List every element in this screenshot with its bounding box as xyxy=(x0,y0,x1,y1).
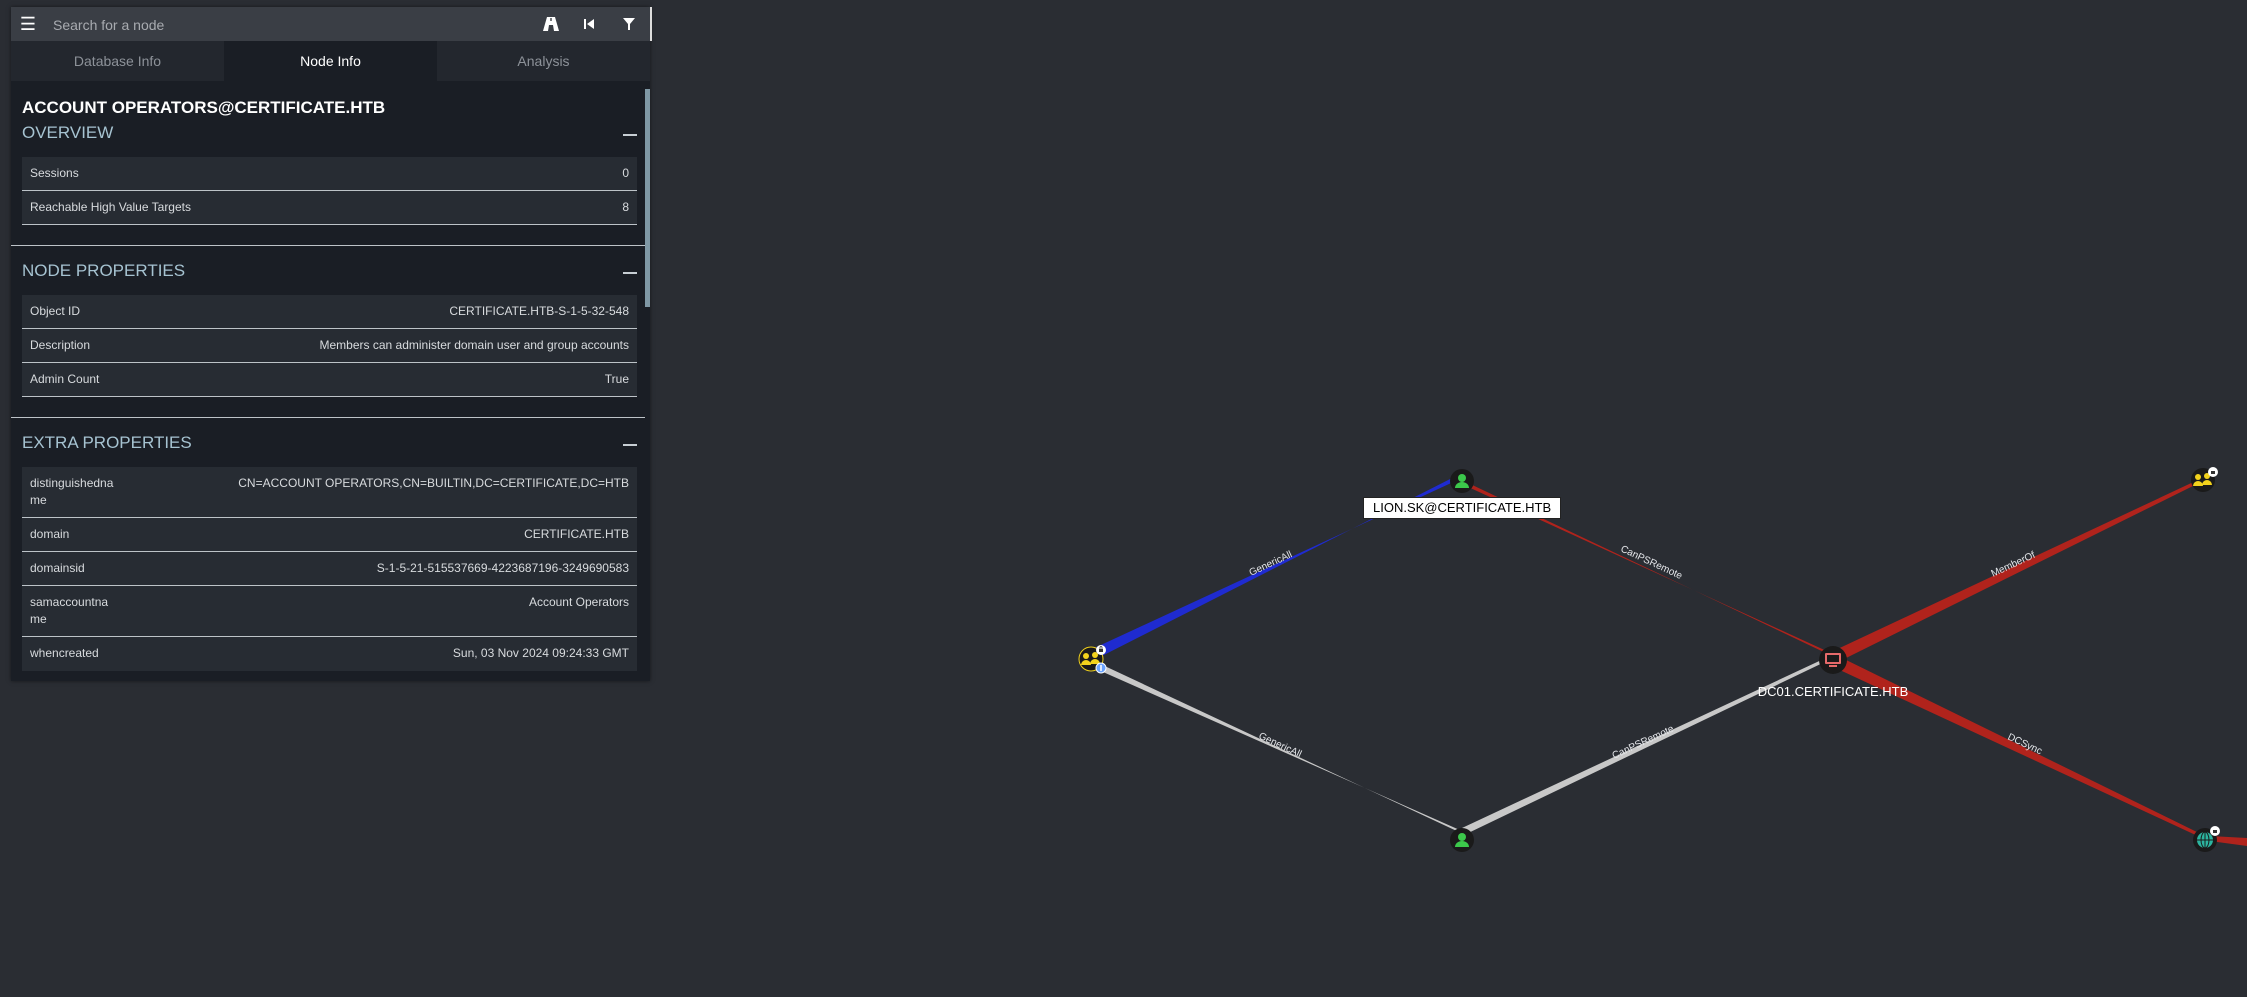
node-account-operators[interactable] xyxy=(1078,645,1107,674)
table-row[interactable]: domainsid S-1-5-21-515537669-4223687196-… xyxy=(22,552,637,586)
row-key: distinguishedname xyxy=(30,476,114,507)
tab-analysis[interactable]: Analysis xyxy=(437,41,650,81)
row-value: 0 xyxy=(622,166,629,180)
collapse-node-properties-button[interactable] xyxy=(623,272,637,274)
node-properties-section-header: NODE PROPERTIES xyxy=(22,261,637,285)
node-user-bottom[interactable] xyxy=(1450,828,1474,852)
table-row[interactable]: Reachable High Value Targets 8 xyxy=(22,191,637,225)
pathfinding-button[interactable] xyxy=(540,13,562,35)
row-key: Object ID xyxy=(30,304,81,318)
row-key: Description xyxy=(30,338,91,352)
node-properties-table: Object ID CERTIFICATE.HTB-S-1-5-32-548 D… xyxy=(22,295,637,397)
hamburger-icon: ☰ xyxy=(19,14,37,34)
road-icon xyxy=(543,17,559,31)
high-value-badge-icon xyxy=(1095,662,1107,674)
filter-icon xyxy=(623,18,635,30)
node-label-lion-sk: LION.SK@CERTIFICATE.HTB xyxy=(1363,497,1562,519)
extra-properties-table: distinguishedname CN=ACCOUNT OPERATORS,C… xyxy=(22,467,637,671)
search-bar: ☰ xyxy=(11,7,652,41)
collapse-extra-properties-button[interactable] xyxy=(623,444,637,446)
node-group-topright[interactable] xyxy=(2191,467,2218,492)
graph-edges xyxy=(1090,474,2247,846)
edge-label-group-user: GenericAll xyxy=(1257,731,1303,760)
search-input[interactable] xyxy=(51,12,525,38)
node-dc01[interactable] xyxy=(1819,646,1847,674)
extra-properties-section-header: EXTRA PROPERTIES xyxy=(22,433,637,457)
overview-heading: OVERVIEW xyxy=(22,123,114,142)
node-info-panel: ☰ Database Info Node Info Analysis xyxy=(11,7,652,681)
panel-scrollbar[interactable] xyxy=(645,89,650,307)
table-row[interactable]: samaccountname Account Operators xyxy=(22,586,637,637)
pwned-badge-icon xyxy=(2208,467,2218,477)
table-row[interactable]: Sessions 0 xyxy=(22,157,637,191)
edge-dc-memberof[interactable] xyxy=(1829,478,2203,663)
pwned-badge-icon xyxy=(2210,826,2220,836)
row-key: samaccountname xyxy=(30,595,109,626)
panel-tabs: Database Info Node Info Analysis xyxy=(11,41,650,81)
node-lion-sk[interactable] xyxy=(1450,469,1474,493)
node-properties-heading: NODE PROPERTIES xyxy=(22,261,186,280)
row-value: CERTIFICATE.HTB xyxy=(524,527,629,541)
edge-label-user-dc: CanPSRemote xyxy=(1611,723,1676,761)
row-value: 8 xyxy=(622,200,629,214)
row-value: S-1-5-21-515537669-4223687196-3249690583 xyxy=(376,561,629,575)
edge-labels: GenericAll GenericAll CanPSRemote CanPSR… xyxy=(1248,544,2044,762)
overview-section-header: OVERVIEW xyxy=(22,123,637,147)
section-divider xyxy=(11,417,645,418)
section-divider xyxy=(11,245,645,246)
extra-properties-heading: EXTRA PROPERTIES xyxy=(22,433,192,452)
table-row[interactable]: distinguishedname CN=ACCOUNT OPERATORS,C… xyxy=(22,467,637,518)
row-key: Sessions xyxy=(30,166,79,180)
row-value: Sun, 03 Nov 2024 09:24:33 GMT xyxy=(452,646,629,660)
row-value: CERTIFICATE.HTB-S-1-5-32-548 xyxy=(449,304,629,318)
node-title: ACCOUNT OPERATORS@CERTIFICATE.HTB xyxy=(22,98,386,117)
row-value: CN=ACCOUNT OPERATORS,CN=BUILTIN,DC=CERTI… xyxy=(238,476,629,490)
domain-icon xyxy=(2197,831,2213,849)
node-domain[interactable] xyxy=(2193,826,2220,852)
tab-node-info[interactable]: Node Info xyxy=(224,41,437,81)
back-button[interactable] xyxy=(578,13,600,35)
row-value: True xyxy=(604,372,629,386)
step-backward-icon xyxy=(584,19,594,29)
overview-table: Sessions 0 Reachable High Value Targets … xyxy=(22,157,637,225)
row-key: domainsid xyxy=(30,561,85,575)
edge-label-group-lion: GenericAll xyxy=(1248,549,1294,578)
tab-database-info[interactable]: Database Info xyxy=(11,41,224,81)
row-key: Admin Count xyxy=(30,372,100,386)
row-key: Reachable High Value Targets xyxy=(30,200,191,214)
table-row[interactable]: Description Members can administer domai… xyxy=(22,329,637,363)
table-row[interactable]: whencreated Sun, 03 Nov 2024 09:24:33 GM… xyxy=(22,637,637,671)
row-key: whencreated xyxy=(30,646,99,660)
pwned-badge-icon xyxy=(1096,645,1106,655)
table-row[interactable]: Object ID CERTIFICATE.HTB-S-1-5-32-548 xyxy=(22,295,637,329)
node-info-content[interactable]: ACCOUNT OPERATORS@CERTIFICATE.HTB OVERVI… xyxy=(11,81,650,681)
row-value: Members can administer domain user and g… xyxy=(319,338,630,352)
collapse-overview-button[interactable] xyxy=(623,134,637,136)
table-row[interactable]: domain CERTIFICATE.HTB xyxy=(22,518,637,552)
table-row[interactable]: Admin Count True xyxy=(22,363,637,397)
menu-button[interactable]: ☰ xyxy=(17,13,39,35)
row-key: domain xyxy=(30,527,70,541)
node-label-dc01: DC01.CERTIFICATE.HTB xyxy=(1758,684,1908,699)
row-value: Account Operators xyxy=(528,595,629,609)
edge-label-lion-dc: CanPSRemote xyxy=(1619,544,1684,582)
filter-button[interactable] xyxy=(618,13,640,35)
